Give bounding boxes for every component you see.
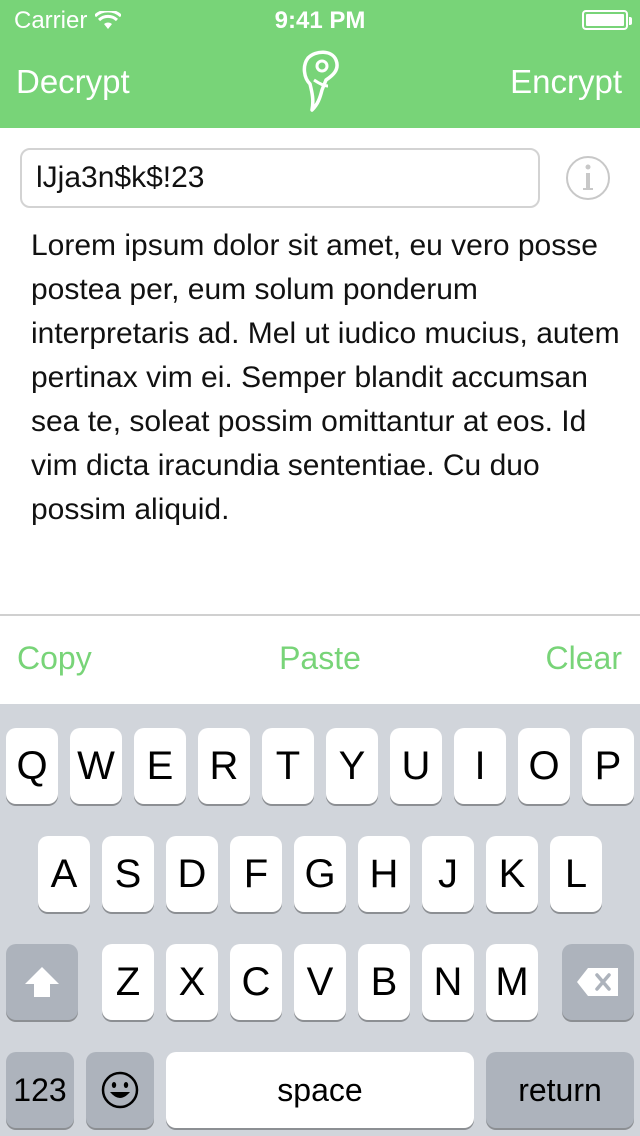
info-icon[interactable] bbox=[565, 155, 611, 201]
message-text-area[interactable]: Lorem ipsum dolor sit amet, eu vero poss… bbox=[31, 224, 621, 532]
key-x[interactable]: X bbox=[166, 944, 218, 1020]
shift-icon bbox=[25, 967, 59, 997]
key-p[interactable]: P bbox=[582, 728, 634, 804]
numbers-key[interactable]: 123 bbox=[6, 1052, 74, 1128]
key-n[interactable]: N bbox=[422, 944, 474, 1020]
keyboard: Q W E R T Y U I O P A S D F G H J K L Z … bbox=[0, 704, 640, 1136]
key-d[interactable]: D bbox=[166, 836, 218, 912]
key-h[interactable]: H bbox=[358, 836, 410, 912]
key-input[interactable]: lJja3n$k$!23 bbox=[20, 148, 540, 208]
key-v[interactable]: V bbox=[294, 944, 346, 1020]
encrypt-button[interactable]: Encrypt bbox=[510, 63, 622, 101]
key-i[interactable]: I bbox=[454, 728, 506, 804]
space-key[interactable]: space bbox=[166, 1052, 474, 1128]
status-bar: Carrier 9:41 PM bbox=[0, 0, 640, 40]
decrypt-button[interactable]: Decrypt bbox=[16, 63, 130, 101]
key-e[interactable]: E bbox=[134, 728, 186, 804]
battery-icon bbox=[582, 10, 632, 30]
paste-button[interactable]: Paste bbox=[0, 640, 640, 677]
key-y[interactable]: Y bbox=[326, 728, 378, 804]
emoji-icon bbox=[101, 1071, 139, 1109]
key-b[interactable]: B bbox=[358, 944, 410, 1020]
keyhole-logo-icon bbox=[302, 50, 339, 112]
key-g[interactable]: G bbox=[294, 836, 346, 912]
key-l[interactable]: L bbox=[550, 836, 602, 912]
divider bbox=[0, 614, 640, 616]
shift-key[interactable] bbox=[6, 944, 78, 1020]
key-t[interactable]: T bbox=[262, 728, 314, 804]
key-r[interactable]: R bbox=[198, 728, 250, 804]
delete-key[interactable] bbox=[562, 944, 634, 1020]
key-q[interactable]: Q bbox=[6, 728, 58, 804]
key-f[interactable]: F bbox=[230, 836, 282, 912]
key-z[interactable]: Z bbox=[102, 944, 154, 1020]
key-c[interactable]: C bbox=[230, 944, 282, 1020]
clear-button[interactable]: Clear bbox=[546, 640, 622, 677]
key-w[interactable]: W bbox=[70, 728, 122, 804]
key-u[interactable]: U bbox=[390, 728, 442, 804]
key-j[interactable]: J bbox=[422, 836, 474, 912]
key-a[interactable]: A bbox=[38, 836, 90, 912]
status-time: 9:41 PM bbox=[274, 7, 366, 34]
key-m[interactable]: M bbox=[486, 944, 538, 1020]
emoji-key[interactable] bbox=[86, 1052, 154, 1128]
delete-icon bbox=[577, 968, 618, 996]
navigation-bar: Carrier 9:41 PM Decrypt Encrypt bbox=[0, 0, 640, 128]
key-s[interactable]: S bbox=[102, 836, 154, 912]
key-o[interactable]: O bbox=[518, 728, 570, 804]
return-key[interactable]: return bbox=[486, 1052, 634, 1128]
key-k[interactable]: K bbox=[486, 836, 538, 912]
